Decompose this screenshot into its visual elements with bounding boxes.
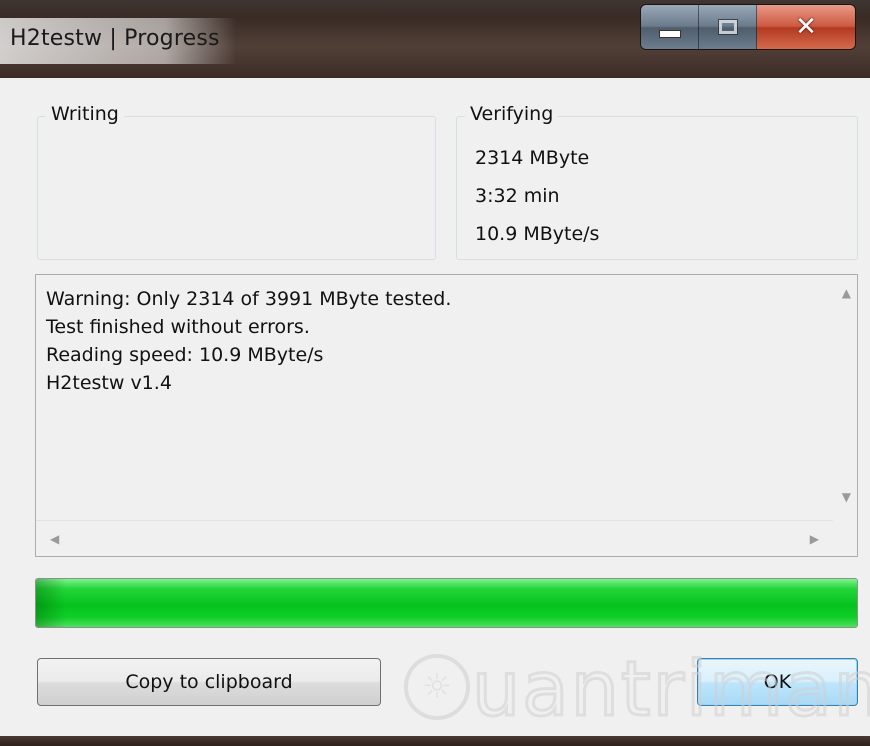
maximize-button[interactable] [699, 5, 757, 49]
verifying-group-label: Verifying [465, 103, 559, 125]
vertical-scrollbar[interactable]: ▲ ▼ [833, 275, 857, 521]
progress-bar [35, 578, 858, 628]
writing-group-label: Writing [46, 103, 124, 125]
progress-fill [36, 579, 857, 627]
log-line: H2testw v1.4 [46, 372, 172, 394]
arrow-down-icon[interactable]: ▼ [842, 491, 851, 503]
close-button[interactable]: ✕ [757, 5, 855, 49]
log-line: Test finished without errors. [46, 316, 310, 338]
window-title: H2testw | Progress [10, 26, 220, 51]
ok-button[interactable]: OK [697, 658, 858, 706]
maximize-icon [717, 19, 738, 35]
title-bar[interactable]: H2testw | Progress ✕ [0, 0, 870, 79]
minimize-button[interactable] [641, 5, 699, 49]
arrow-up-icon[interactable]: ▲ [842, 287, 851, 299]
verified-speed: 10.9 MByte/s [475, 223, 600, 245]
h2testw-progress-window: H2testw | Progress ✕ Writing Verifying 2… [0, 0, 870, 746]
arrow-left-icon[interactable]: ◀ [50, 533, 59, 545]
horizontal-scrollbar[interactable]: ◀ ▶ [36, 520, 833, 556]
verified-time: 3:32 min [475, 185, 560, 207]
copy-to-clipboard-button[interactable]: Copy to clipboard [37, 658, 381, 706]
minimize-icon [658, 30, 681, 38]
log-line: Warning: Only 2314 of 3991 MByte tested. [46, 288, 452, 310]
log-textarea[interactable]: Warning: Only 2314 of 3991 MByte tested.… [35, 274, 858, 557]
lightbulb-icon: ☼ [404, 654, 470, 720]
verifying-group: Verifying 2314 MByte 3:32 min 10.9 MByte… [456, 103, 858, 260]
verified-size: 2314 MByte [475, 147, 590, 169]
close-icon: ✕ [795, 12, 817, 42]
arrow-right-icon[interactable]: ▶ [810, 533, 819, 545]
window-bottom-frame [0, 736, 870, 746]
client-area: Writing Verifying 2314 MByte 3:32 min 10… [0, 78, 870, 736]
scroll-corner [833, 521, 857, 556]
log-text: Warning: Only 2314 of 3991 MByte tested.… [46, 285, 451, 397]
log-line: Reading speed: 10.9 MByte/s [46, 344, 324, 366]
writing-group: Writing [37, 103, 436, 260]
caption-buttons: ✕ [640, 4, 856, 50]
